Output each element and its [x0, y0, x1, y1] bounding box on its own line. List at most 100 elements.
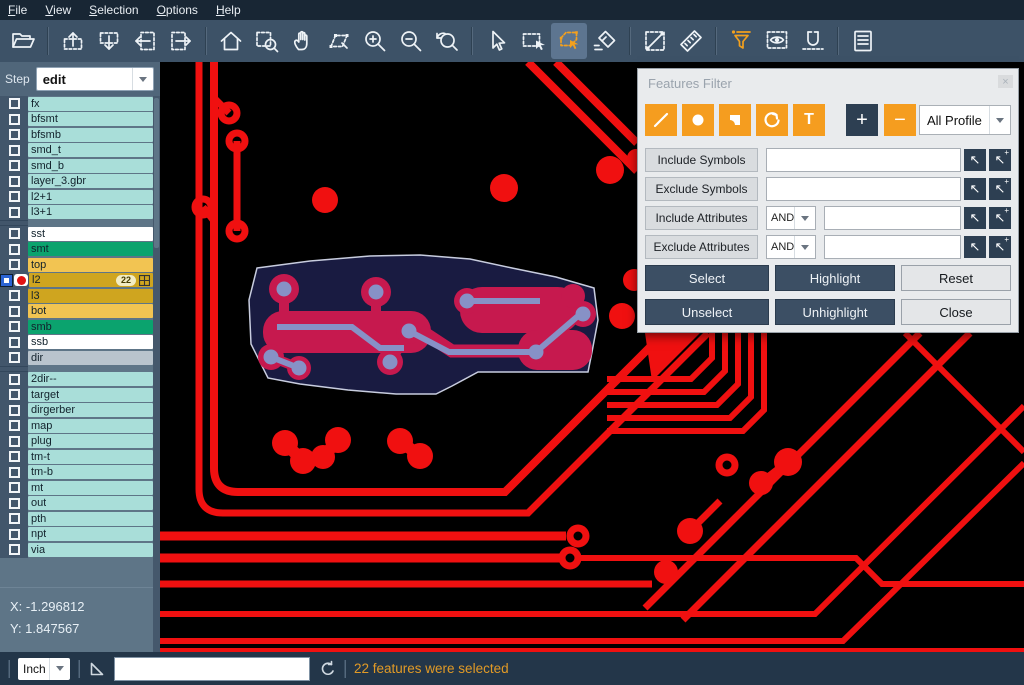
filter-value-input[interactable] — [824, 206, 961, 230]
layer-row[interactable]: smd_t — [0, 143, 160, 159]
layer-checkbox[interactable] — [9, 467, 20, 478]
layer-label-bar[interactable]: l2 22 — [29, 273, 153, 287]
layer-label-bar[interactable]: 2dir-- — [28, 372, 153, 386]
layer-row[interactable]: fx — [0, 96, 160, 112]
filter-row-label-button[interactable]: Include Symbols — [645, 148, 758, 172]
filter-row-label-button[interactable]: Exclude Symbols — [645, 177, 758, 201]
filter-text-button[interactable]: T — [793, 104, 825, 136]
scrollbar-thumb[interactable] — [154, 98, 159, 248]
pick-from-canvas-button[interactable]: ↖ — [964, 207, 986, 229]
units-select[interactable]: Inch — [18, 658, 70, 680]
command-input[interactable] — [114, 657, 310, 681]
filter-value-input[interactable] — [824, 235, 961, 259]
layer-row[interactable]: l2+1 — [0, 189, 160, 205]
layer-row[interactable]: dir — [0, 350, 160, 366]
layer-label-bar[interactable]: layer_3.gbr — [28, 174, 153, 188]
layer-label-bar[interactable]: pth — [28, 512, 153, 526]
sidebar-scrollbar[interactable] — [153, 96, 160, 652]
layer-checkbox[interactable] — [9, 176, 20, 187]
layer-checkbox[interactable] — [9, 374, 20, 385]
layer-label-bar[interactable]: smt — [28, 242, 153, 256]
highlight-button[interactable]: Highlight — [775, 265, 895, 291]
layer-row[interactable]: map — [0, 418, 160, 434]
layer-checkbox[interactable] — [9, 228, 20, 239]
layer-checkbox[interactable] — [9, 389, 20, 400]
layer-label-bar[interactable]: bfsmt — [28, 112, 153, 126]
layer-label-bar[interactable]: l2+1 — [28, 190, 153, 204]
layer-row[interactable]: l3+1 — [0, 205, 160, 221]
open-file-button[interactable] — [5, 23, 41, 59]
pick-add-button[interactable]: ↖+ — [989, 149, 1011, 171]
layer-row[interactable]: dirgerber — [0, 403, 160, 419]
layer-label-bar[interactable]: top — [28, 258, 153, 272]
layer-row[interactable]: bot — [0, 304, 160, 320]
pick-add-button[interactable]: ↖+ — [989, 236, 1011, 258]
layer-label-bar[interactable]: via — [28, 543, 153, 557]
pick-from-canvas-button[interactable]: ↖ — [964, 178, 986, 200]
select-button[interactable]: Select — [645, 265, 769, 291]
menu-item[interactable]: Help — [216, 3, 241, 17]
layer-checkbox[interactable] — [9, 98, 20, 109]
zoom-window-button[interactable] — [249, 23, 285, 59]
layer-row[interactable]: npt — [0, 527, 160, 543]
layer-checkbox[interactable] — [9, 405, 20, 416]
filter-row-label-button[interactable]: Exclude Attributes — [645, 235, 758, 259]
and-or-select[interactable]: AND — [766, 206, 816, 230]
layer-row[interactable]: mt — [0, 480, 160, 496]
pick-add-button[interactable]: ↖+ — [989, 178, 1011, 200]
layer-label-bar[interactable]: bfsmb — [28, 128, 153, 142]
filter-surface-button[interactable] — [719, 104, 751, 136]
features-filter-button[interactable] — [723, 23, 759, 59]
layer-row[interactable]: pth — [0, 511, 160, 527]
select-rectangle-button[interactable] — [515, 23, 551, 59]
layer-row[interactable]: l2 22 — [0, 273, 160, 289]
unselect-button[interactable]: Unselect — [645, 299, 769, 325]
layer-checkbox[interactable] — [9, 436, 20, 447]
filter-arc-button[interactable] — [756, 104, 788, 136]
layer-row[interactable]: sst — [0, 226, 160, 242]
layer-checkbox[interactable] — [9, 451, 20, 462]
pan-button[interactable] — [285, 23, 321, 59]
layer-row[interactable]: smt — [0, 242, 160, 258]
step-select[interactable]: edit — [36, 67, 154, 91]
pick-add-button[interactable]: ↖+ — [989, 207, 1011, 229]
layer-label-bar[interactable]: smb — [28, 320, 153, 334]
layer-label-bar[interactable]: out — [28, 496, 153, 510]
layer-label-bar[interactable]: dir — [28, 351, 153, 365]
layer-label-bar[interactable]: l3 — [28, 289, 153, 303]
layer-checkbox[interactable] — [9, 306, 20, 317]
layer-row[interactable]: target — [0, 387, 160, 403]
view-options-button[interactable] — [759, 23, 795, 59]
menu-item[interactable]: Options — [157, 3, 198, 17]
layer-row[interactable]: top — [0, 257, 160, 273]
layer-checkbox[interactable] — [9, 191, 20, 202]
layer-checkbox[interactable] — [9, 337, 20, 348]
unhighlight-button[interactable]: Unhighlight — [775, 299, 895, 325]
layer-label-bar[interactable]: npt — [28, 527, 153, 541]
layer-label-bar[interactable]: plug — [28, 434, 153, 448]
report-button[interactable] — [845, 23, 881, 59]
filter-line-button[interactable] — [645, 104, 677, 136]
layer-row[interactable]: l3 — [0, 288, 160, 304]
layer-label-bar[interactable]: sst — [28, 227, 153, 241]
layer-row[interactable]: smb — [0, 319, 160, 335]
layer-checkbox[interactable] — [9, 513, 20, 524]
layer-label-bar[interactable]: smd_b — [28, 159, 153, 173]
layer-checkbox[interactable] — [9, 498, 20, 509]
layer-row[interactable]: tm-t — [0, 449, 160, 465]
layer-label-bar[interactable]: bot — [28, 304, 153, 318]
layer-row[interactable]: bfsmt — [0, 112, 160, 128]
dialog-close-button[interactable]: × — [998, 75, 1013, 88]
layer-label-bar[interactable]: mt — [28, 481, 153, 495]
layer-row[interactable]: layer_3.gbr — [0, 174, 160, 190]
pick-from-canvas-button[interactable]: ↖ — [964, 149, 986, 171]
layer-row[interactable]: out — [0, 496, 160, 512]
layer-checkbox[interactable] — [9, 160, 20, 171]
layer-row[interactable]: via — [0, 542, 160, 558]
layer-checkbox[interactable] — [9, 352, 20, 363]
filter-pad-button[interactable] — [682, 104, 714, 136]
layer-label-bar[interactable]: dirgerber — [28, 403, 153, 417]
filter-value-input[interactable] — [766, 177, 961, 201]
layer-checkbox[interactable] — [9, 420, 20, 431]
layer-row[interactable]: smd_b — [0, 158, 160, 174]
